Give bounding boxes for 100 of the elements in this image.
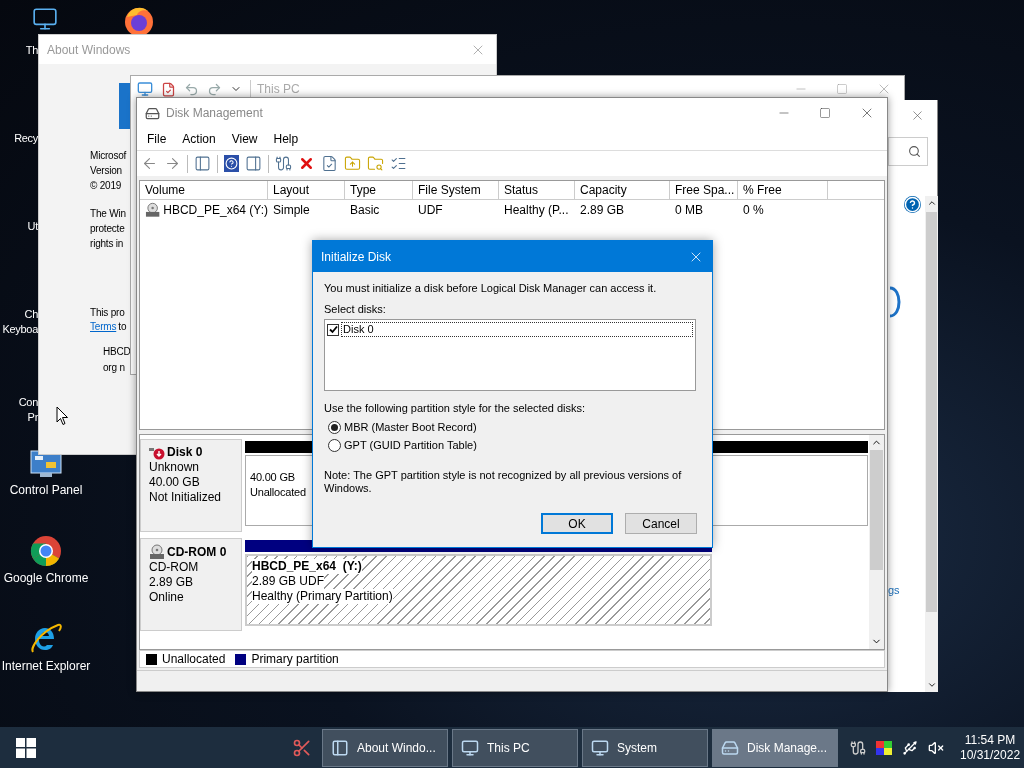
column-header[interactable]: Type [345, 181, 413, 199]
disk-label-panel[interactable]: CD-ROM 0 CD-ROM 2.89 GB Online [140, 538, 242, 631]
desktop-icon-label[interactable]: Internet Explorer [1, 659, 91, 674]
undo-icon[interactable] [184, 81, 199, 97]
checkbox[interactable] [327, 323, 339, 336]
desktop-icon-label[interactable]: Keyboa [2, 322, 38, 337]
help-icon[interactable] [224, 155, 239, 172]
dialog-button[interactable]: Cancel [625, 513, 697, 534]
menu-item[interactable]: Help [267, 130, 305, 148]
disk-error-icon [149, 445, 165, 460]
table-cell[interactable]: 0 % [743, 200, 764, 219]
about-text: The Win [90, 207, 126, 221]
about-text: org n [103, 361, 125, 375]
column-header[interactable]: File System [413, 181, 499, 199]
start-icon[interactable] [16, 737, 36, 758]
search-field[interactable] [888, 137, 928, 166]
column-header[interactable]: Free Spa... [670, 181, 738, 199]
maximize-icon[interactable] [819, 107, 831, 119]
settings-link[interactable]: gs [888, 582, 900, 599]
table-cell[interactable]: Simple [273, 200, 310, 219]
partition-title: HBCD_PE_x64 (Y:) [252, 559, 362, 574]
list-item[interactable]: Disk 0 [341, 322, 693, 337]
table-cell[interactable]: 0 MB [675, 200, 703, 219]
search-icon[interactable] [908, 145, 921, 158]
partition-text: Healthy (Primary Partition) [252, 589, 393, 604]
dialog-button[interactable]: OK [541, 513, 613, 534]
scrollbar[interactable] [925, 196, 938, 692]
table-cell[interactable]: Healthy (P... [504, 200, 569, 219]
clock-date[interactable]: 10/31/2022 [960, 747, 1021, 763]
muted-speaker-icon[interactable] [928, 739, 944, 756]
menu-item[interactable]: Action [176, 130, 222, 148]
usb-icon[interactable] [902, 739, 918, 756]
disk-info: Not Initialized [149, 490, 223, 505]
desktop-icon-label[interactable]: Th [25, 43, 38, 58]
column-header[interactable]: % Free [738, 181, 828, 199]
partition-block[interactable]: HBCD_PE_x64 (Y:) 2.89 GB UDF Healthy (Primary Partition) [245, 554, 712, 626]
table-cell[interactable]: Basic [350, 200, 380, 219]
file-check-icon[interactable] [321, 155, 338, 172]
window-title: Disk Management [166, 105, 263, 122]
close-icon[interactable] [910, 108, 925, 123]
disk-info: Online [149, 590, 185, 605]
about-text: This pro [90, 306, 125, 320]
disk-list[interactable]: Disk 0 [324, 319, 696, 391]
radio-label[interactable]: GPT (GUID Partition Table) [344, 438, 477, 452]
radio-button[interactable] [328, 420, 341, 434]
column-header[interactable]: Status [499, 181, 575, 199]
properties-icon[interactable] [161, 81, 176, 97]
disk-label-panel[interactable]: Disk 0 Unknown 40.00 GB Not Initialized [140, 439, 242, 532]
monitor-icon[interactable] [32, 6, 58, 32]
menu-item[interactable]: View [225, 130, 264, 148]
taskbar-button[interactable]: This PC [452, 728, 578, 767]
disk-name: Disk 0 [167, 445, 203, 460]
desktop-icon-label[interactable]: Recy [14, 131, 38, 146]
taskbar-button[interactable]: Disk Manage... [712, 728, 838, 767]
browser-e-icon[interactable] [30, 622, 62, 655]
table-cell[interactable]: UDF [418, 200, 443, 219]
scissors-icon[interactable] [292, 737, 312, 758]
column-header[interactable]: Capacity [575, 181, 670, 199]
terms-link[interactable]: Terms [90, 320, 117, 334]
clock-time[interactable]: 11:54 PM [964, 732, 1016, 748]
cd-drive-icon [149, 544, 165, 560]
check-icon [328, 325, 338, 334]
disk-name: CD-ROM 0 [167, 544, 227, 560]
desktop-icon-label[interactable]: Pr [27, 410, 38, 425]
partition-text: Unallocated [250, 485, 306, 500]
desktop-icon-label[interactable]: Con [18, 395, 38, 410]
firefox-icon[interactable] [122, 5, 156, 37]
delete-icon[interactable] [298, 155, 315, 172]
forward-icon[interactable] [164, 155, 181, 172]
chrome-icon[interactable] [30, 535, 62, 567]
desktop-icon-label[interactable]: Ch [24, 307, 38, 322]
desktop-icon-label[interactable]: Control Panel [9, 483, 83, 498]
monitor-icon[interactable] [137, 81, 153, 97]
back-icon[interactable] [141, 155, 158, 172]
taskbar-button[interactable]: About Windo... [322, 728, 448, 767]
scrollbar[interactable] [869, 435, 884, 649]
taskbar-button[interactable]: System [582, 728, 708, 767]
desktop-icon-label[interactable]: Ut [27, 219, 38, 234]
column-header[interactable]: Volume [140, 181, 268, 199]
style-label: Use the following partition style for the selected disks: [324, 401, 587, 415]
scroll-down-icon[interactable] [926, 680, 937, 690]
color-grid-icon[interactable] [876, 740, 892, 755]
radio-button[interactable] [328, 438, 341, 452]
scroll-up-icon[interactable] [926, 198, 937, 208]
table-cell[interactable]: 2.89 GB [580, 200, 625, 219]
menu-item[interactable]: File [141, 130, 173, 148]
cd-drive-icon [145, 201, 161, 218]
help-icon[interactable] [904, 196, 921, 213]
about-text: rights in [90, 237, 124, 251]
redo-icon[interactable] [207, 81, 222, 97]
about-text: Version [90, 164, 122, 178]
desktop-icon-label[interactable]: Google Chrome [3, 571, 89, 586]
column-header[interactable]: Layout [268, 181, 345, 199]
checklist-icon[interactable] [390, 155, 407, 172]
panel-right-icon[interactable] [245, 155, 262, 172]
table-cell[interactable]: HBCD_PE_x64 (Y:) [163, 200, 268, 219]
network-icon[interactable] [850, 739, 866, 756]
cable-icon[interactable] [275, 155, 292, 172]
panel-left-icon[interactable] [194, 155, 211, 172]
radio-label[interactable]: MBR (Master Boot Record) [344, 420, 477, 434]
